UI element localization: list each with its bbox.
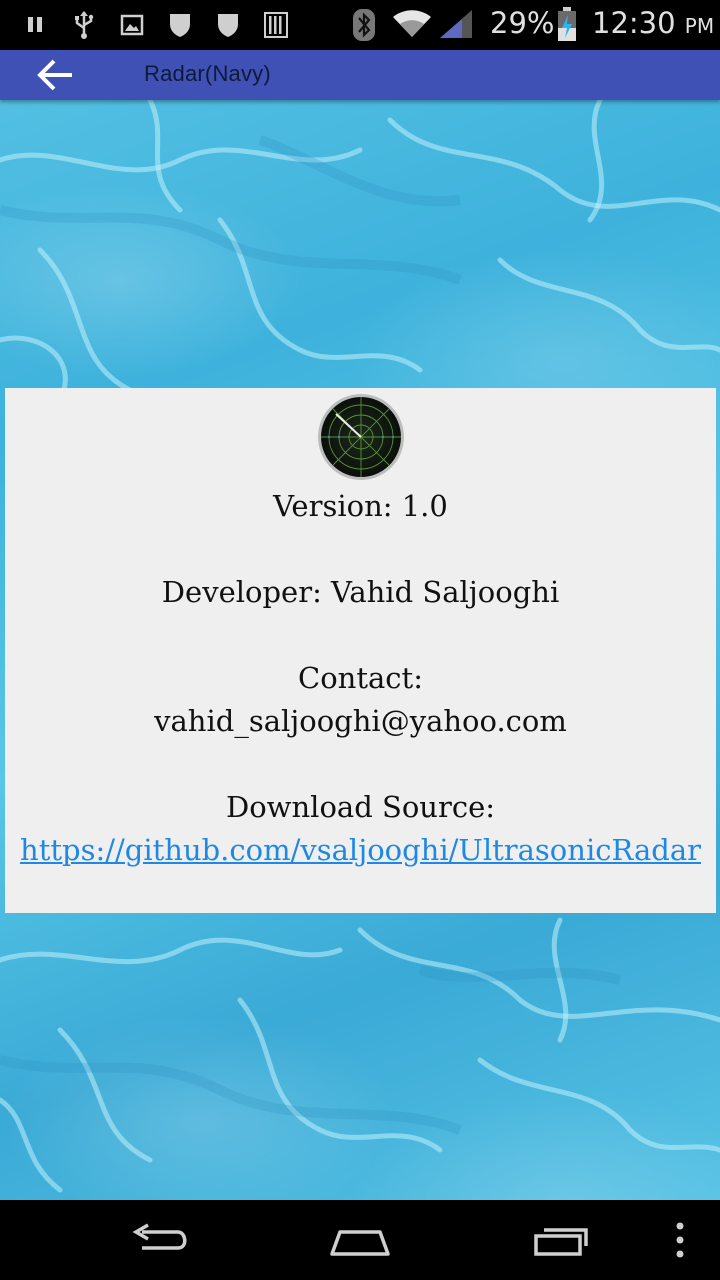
download-source-row: https://github.com/vsaljooghi/Ultrasonic…	[5, 829, 716, 872]
nav-recents-icon[interactable]	[528, 1218, 592, 1262]
contact-email: vahid_saljooghi@yahoo.com	[154, 704, 567, 738]
nav-menu-icon[interactable]	[670, 1218, 690, 1262]
about-card: Version: 1.0 Developer: Vahid Saljooghi …	[5, 388, 716, 913]
battery-charging-icon	[558, 7, 576, 41]
shield-icon	[170, 14, 190, 37]
version-text: Version: 1.0	[273, 489, 448, 523]
pause-icon	[28, 17, 42, 32]
wifi-icon	[393, 10, 431, 37]
arrow-left-icon	[37, 59, 72, 91]
signal-icon	[440, 10, 472, 38]
download-source-label: Download Source:	[225, 790, 496, 824]
usb-icon	[75, 11, 94, 39]
nav-home-icon[interactable]	[326, 1218, 394, 1262]
contact-label: Contact:	[298, 661, 423, 695]
nav-back-icon[interactable]	[128, 1218, 192, 1262]
developer-text: Developer: Vahid Saljooghi	[161, 575, 560, 609]
phone-screen: 29% 12:30 PM Radar(Navy) Version: 1.0 De…	[0, 0, 720, 1280]
clock: 12:30 PM	[592, 6, 714, 40]
source-code-link[interactable]: https://github.com/vsaljooghi/Ultrasonic…	[20, 833, 701, 867]
bluetooth-icon	[353, 9, 375, 41]
action-bar: Radar(Navy)	[0, 50, 720, 100]
status-bar: 29% 12:30 PM	[0, 0, 720, 50]
radar-logo-icon	[318, 394, 404, 480]
navigation-bar	[0, 1200, 720, 1280]
image-icon	[120, 14, 144, 36]
page-title: Radar(Navy)	[144, 61, 271, 86]
battery-percent: 29%	[490, 6, 555, 40]
clock-ampm: PM	[684, 14, 715, 38]
shield-icon	[218, 14, 238, 37]
barcode-icon	[264, 12, 288, 38]
clock-time: 12:30	[592, 6, 676, 40]
back-button[interactable]	[30, 55, 82, 95]
